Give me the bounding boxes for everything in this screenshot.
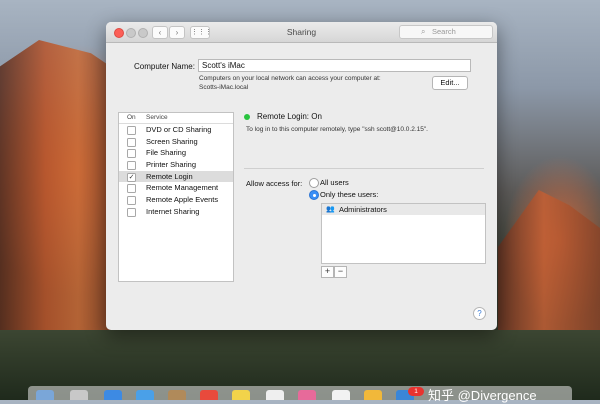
dock-item-calendar-icon[interactable] <box>200 390 218 400</box>
service-checkbox[interactable] <box>127 126 136 135</box>
computer-name-input[interactable]: Scott's iMac <box>198 59 471 72</box>
service-row-printer-sharing[interactable]: Printer Sharing <box>119 159 233 171</box>
service-label: File Sharing <box>146 148 187 158</box>
service-label: DVD or CD Sharing <box>146 125 212 134</box>
service-status: Remote Login: On <box>257 112 322 121</box>
divider <box>244 168 484 169</box>
service-row-remote-login[interactable]: ✓ Remote Login <box>119 170 233 183</box>
remove-user-button[interactable]: − <box>334 266 347 278</box>
radio-only-these-users-label[interactable]: Only these users: <box>320 190 378 199</box>
computer-address-description: Computers on your local network can acce… <box>199 74 381 92</box>
local-hostname: Scotts-iMac.local <box>199 84 249 91</box>
service-label: Screen Sharing <box>146 136 198 146</box>
radio-only-these-users[interactable] <box>309 190 319 200</box>
service-row-remote-apple-events[interactable]: Remote Apple Events <box>119 194 233 206</box>
user-label: Administrators <box>339 205 387 214</box>
dock-item-mail-icon[interactable] <box>136 390 154 400</box>
search-placeholder: Search <box>432 27 456 36</box>
computer-name-label: Computer Name: <box>134 62 195 71</box>
service-row-file-sharing[interactable]: File Sharing <box>119 147 233 159</box>
service-checkbox[interactable] <box>127 149 136 159</box>
dock-item-finder-icon[interactable] <box>36 390 54 400</box>
service-label: Internet Sharing <box>146 206 200 216</box>
service-checkbox[interactable] <box>127 196 136 206</box>
watermark: 知乎 @Divergence <box>428 388 537 403</box>
column-header-on: On <box>127 114 136 121</box>
radio-all-users[interactable] <box>309 178 319 188</box>
sharing-window: ‹ › ⋮⋮⋮ Sharing ⌕ Search Computer Name: … <box>106 22 497 330</box>
group-icon: 👥 <box>326 206 335 213</box>
dock-item-photos-icon[interactable] <box>298 390 316 400</box>
address-description-line: Computers on your local network can acce… <box>199 75 381 82</box>
dock-item-itunes-icon[interactable] <box>332 390 350 400</box>
dock-item-ibooks-icon[interactable] <box>364 390 382 400</box>
service-checkbox[interactable] <box>127 207 136 217</box>
edit-button[interactable]: Edit... <box>432 76 468 90</box>
allowed-users-list[interactable]: 👥 Administrators <box>321 203 486 264</box>
service-row-dvd[interactable]: DVD or CD Sharing <box>119 124 233 136</box>
service-list: On Service DVD or CD Sharing Screen Shar… <box>118 112 234 282</box>
service-row-remote-management[interactable]: Remote Management <box>119 182 233 194</box>
service-list-header: On Service <box>119 113 233 124</box>
service-checkbox[interactable] <box>127 161 136 171</box>
column-header-service: Service <box>146 114 168 121</box>
service-checkbox[interactable] <box>127 137 136 147</box>
title-bar: ‹ › ⋮⋮⋮ Sharing ⌕ Search <box>106 22 497 43</box>
service-checkbox[interactable] <box>127 184 136 194</box>
dock-item-safari-icon[interactable] <box>104 390 122 400</box>
allow-access-label: Allow access for: <box>246 179 303 188</box>
search-icon: ⌕ <box>421 27 426 36</box>
service-checkbox-checked[interactable]: ✓ <box>127 172 136 182</box>
dock-item-launchpad-icon[interactable] <box>70 390 88 400</box>
add-user-button[interactable]: + <box>321 266 334 278</box>
notification-badge: 1 <box>408 387 424 396</box>
dock-item-contacts-icon[interactable] <box>168 390 186 400</box>
service-label: Remote Apple Events <box>146 195 219 205</box>
dock-item-reminders-icon[interactable] <box>266 390 284 400</box>
search-field[interactable]: ⌕ Search <box>399 25 493 39</box>
dock-item-notes-icon[interactable] <box>232 390 250 400</box>
service-label: Remote Management <box>146 183 219 193</box>
help-button[interactable]: ? <box>473 307 486 320</box>
service-row-internet-sharing[interactable]: Internet Sharing <box>119 206 233 218</box>
user-row[interactable]: 👥 Administrators <box>322 204 485 215</box>
service-label: Printer Sharing <box>146 160 197 170</box>
service-row-screen-sharing[interactable]: Screen Sharing <box>119 136 233 148</box>
status-indicator-icon <box>244 114 250 120</box>
radio-all-users-label[interactable]: All users <box>320 178 349 187</box>
service-label: Remote Login <box>146 171 193 181</box>
ssh-instructions: To log in to this computer remotely, typ… <box>246 126 428 133</box>
